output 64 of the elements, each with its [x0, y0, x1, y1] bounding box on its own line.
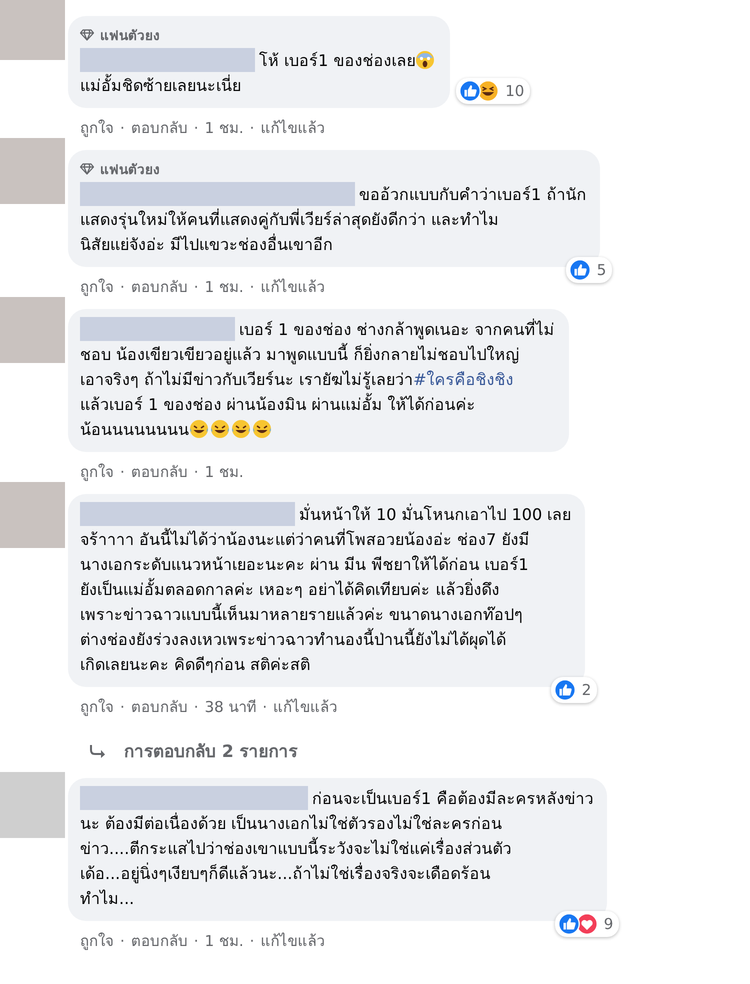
edited-label[interactable]: แก้ไขแล้ว: [260, 275, 324, 299]
thumbs-up-icon: [554, 679, 576, 701]
edited-label[interactable]: แก้ไขแล้ว: [260, 116, 324, 140]
avatar[interactable]: [0, 772, 65, 838]
reaction-count[interactable]: 5: [566, 257, 612, 283]
avatar[interactable]: [0, 482, 65, 548]
separator: ·: [120, 698, 125, 716]
like-link[interactable]: ถูกใจ: [80, 116, 114, 140]
avatar[interactable]: [0, 138, 65, 204]
separator: ·: [250, 932, 254, 950]
like-link[interactable]: ถูกใจ: [80, 275, 114, 299]
timestamp[interactable]: 1 ชม.: [204, 929, 244, 953]
edited-label[interactable]: แก้ไขแล้ว: [273, 695, 338, 719]
screaming-face-icon: [415, 50, 436, 70]
thumbs-up-icon: [459, 80, 482, 102]
separator: ·: [194, 698, 199, 716]
reply-link[interactable]: ตอบกลับ: [130, 460, 188, 484]
separator: ·: [250, 278, 254, 296]
view-replies-link[interactable]: การตอบกลับ 2 รายการ: [124, 737, 298, 764]
reply-link[interactable]: ตอบกลับ: [130, 929, 188, 953]
badge-label: แฟนตัวยง: [100, 161, 160, 180]
diamond-icon: [80, 163, 94, 175]
separator: ·: [194, 932, 199, 950]
separator: ·: [120, 278, 125, 296]
thumbs-up-icon: [568, 259, 591, 281]
comment-text: ขออ้วกแบบกับคำว่าเบอร์1 ถ้านัก แสดงรุ่นใหม่ให้คนที่แสดงคู่กับพี่เวียร์ล่าสุดยังดีกว่า และทำไม นิสัยแย่จังอ่ะ มีไปแขวะช่องอื่นเขาอีก: [80, 182, 586, 257]
comment-text: ก่อนจะเป็นเบอร์1 คือต้องมีละครหลังข่าว นะ ต้องมีต่อเนื่องด้วย เป็นนางเอกไม่ใช่ตัวรองไม่ใช่ละครก่อน ข่าว....ตีกระแสไปว่าช่องเขาแบบนี้ระวังจะไม่ใช่แค่เรื่องส่วนตัว เด้อ...อยู่นิ่งๆเงียบๆก็ดีแล้วนะ...ถ้าไม่ใช่เรื่องจริงจะเดือดร้อน ทำไม...: [80, 786, 594, 911]
separator: ·: [120, 463, 125, 481]
reaction-count[interactable]: 9: [554, 911, 620, 937]
comment-text: มั่นหน้าให้ 10 มั่นโหนกเอาไป 100 เลย จร้าาาา อันนี้ไม่ได้ว่าน้องนะแต่ว่าคนที่โพสอวยน้องอ่ะ ช่อง7 ยังมี นางเอกระดับแนวหน้าเยอะนะคะ ผ่าน มีน พีชยาให้ได้ก่อน เบอร์1 ยังเป็นแม่อั้มตลอดกาลค่ะ เหอะๆ อย่าได้คิดเทียบค่ะ แล้วยิ่งดึง เพราะข่าวฉาวแบบนี้เห็นมาหลายรายแล้วค่ะ ขนาดนางเอกท๊อปๆ ต่างช่องยังร่วงลงเหวเพระข่าวฉาวทำนองนี้ป่านนี้ยังไม่ได้ผุดได้ เกิดเลยนะคะ คิดดีๆก่อน สติค่ะสติ: [80, 502, 572, 677]
separator: ·: [194, 278, 199, 296]
laughing-face-icon: [252, 419, 272, 439]
reply-link[interactable]: ตอบกลับ: [130, 695, 188, 719]
laughing-face-icon: [210, 419, 230, 439]
reaction-count[interactable]: 2: [550, 677, 598, 703]
separator: ·: [194, 119, 199, 137]
reply-link[interactable]: ตอบกลับ: [130, 275, 188, 299]
reaction-count[interactable]: 10: [456, 78, 530, 104]
hashtag-link[interactable]: #ใครคือชิงชิง: [413, 370, 514, 389]
separator: ·: [250, 119, 254, 137]
separator: ·: [194, 463, 199, 481]
comment-text: โห้ เบอร์1 ของช่องเลย แม่อั้มชิดซ้ายเลยนะเนี่ย: [80, 48, 436, 98]
avatar[interactable]: [0, 0, 65, 60]
separator: ·: [120, 119, 125, 137]
laughing-face-icon: [477, 80, 500, 102]
like-link[interactable]: ถูกใจ: [80, 460, 114, 484]
badge-label: แฟนตัวยง: [100, 27, 160, 46]
separator: ·: [262, 698, 268, 716]
reply-arrow-icon: [90, 744, 106, 758]
timestamp[interactable]: 38 นาที: [204, 695, 256, 719]
diamond-icon: [80, 29, 94, 41]
timestamp[interactable]: 1 ชม.: [204, 116, 244, 140]
reply-link[interactable]: ตอบกลับ: [130, 116, 188, 140]
avatar[interactable]: [0, 297, 65, 363]
comment-text: เบอร์ 1 ของช่อง ช่างกล้าพูดเนอะ จากคนที่ไม่ ชอบ น้องเขียวเขียวอยู่แล้ว มาพูดแบบนี้ ก็ยิ่งกลายไม่ชอบไปใหญ่ เอาจริงๆ ถ้าไม่มีข่าวกับเวียร์นะ เรายัฆไม่รู้เลยว่า#ใครคือชิงชิง แล้วเบอร์ 1 ของช่อง ผ่านน้องมิน ผ่านแม่อั้ม ให้ได้ก่อนค่ะ น้อนนนนนนนน: [80, 317, 555, 442]
edited-label[interactable]: แก้ไขแล้ว: [260, 929, 324, 953]
thumbs-up-icon: [558, 913, 580, 935]
timestamp[interactable]: 1 ชม.: [204, 275, 244, 299]
timestamp[interactable]: 1 ชม.: [204, 460, 244, 484]
like-link[interactable]: ถูกใจ: [80, 929, 114, 953]
separator: ·: [120, 932, 125, 950]
laughing-face-icon: [231, 419, 251, 439]
laughing-face-icon: [189, 419, 209, 439]
like-link[interactable]: ถูกใจ: [80, 695, 114, 719]
